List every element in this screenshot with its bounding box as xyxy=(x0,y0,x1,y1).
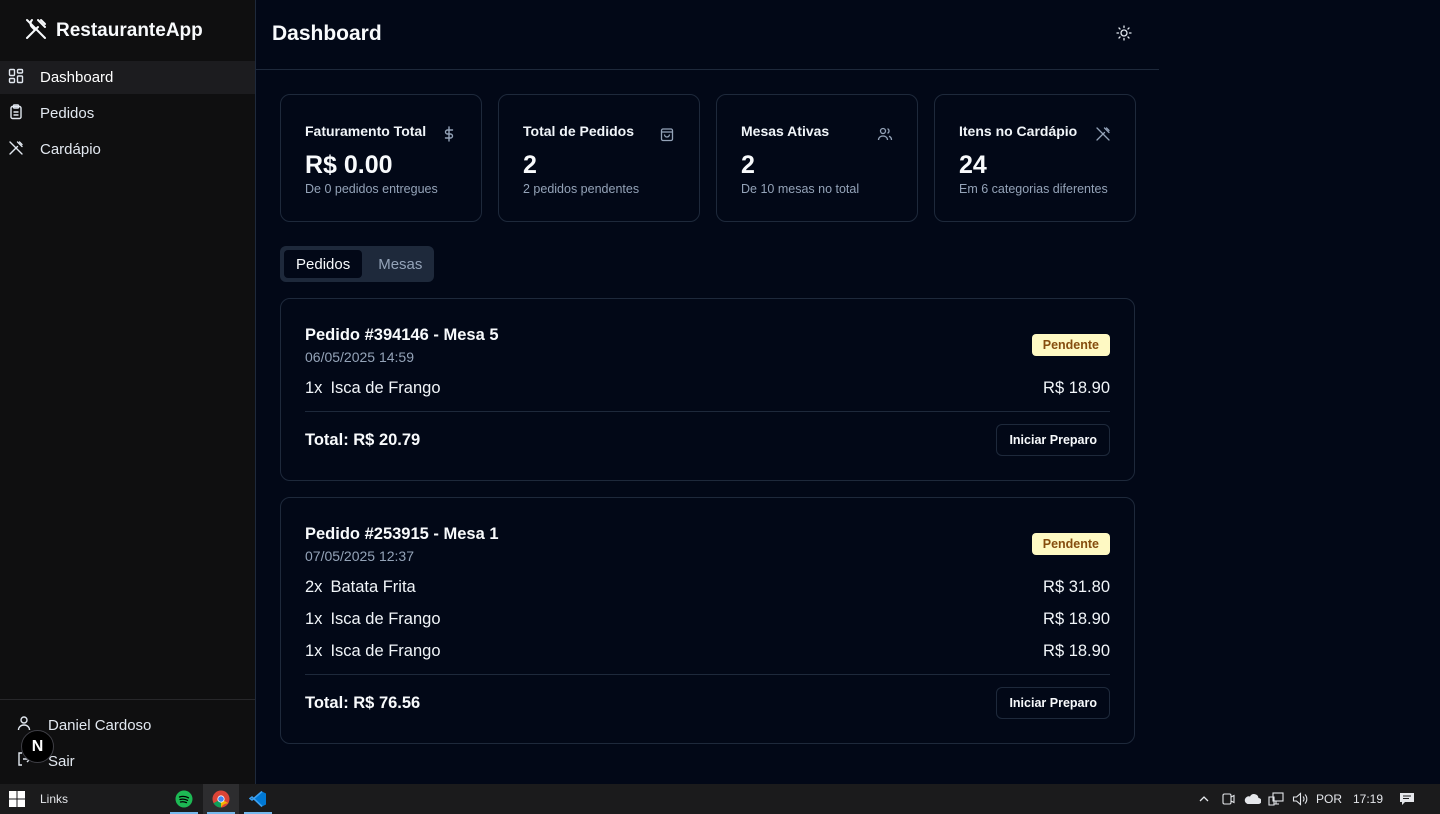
utensils-icon xyxy=(8,140,24,160)
order-title: Pedido #253915 - Mesa 1 xyxy=(305,525,499,543)
stat-subtitle: Em 6 categorias diferentes xyxy=(959,182,1108,196)
chevron-up-icon[interactable] xyxy=(1195,784,1213,814)
users-icon xyxy=(877,126,893,142)
dollar-icon xyxy=(441,126,457,142)
sidebar-item-label: Pedidos xyxy=(40,105,95,122)
stat-subtitle: De 10 mesas no total xyxy=(741,182,860,196)
stat-subtitle: 2 pedidos pendentes xyxy=(523,182,640,196)
item-qty: 1x xyxy=(305,641,323,660)
shopping-bag-icon xyxy=(659,126,675,142)
stat-title: Itens no Cardápio xyxy=(959,123,1078,139)
meet-now-icon[interactable] xyxy=(1219,784,1237,814)
item-name: Isca de Frango xyxy=(330,609,441,628)
user-name: Daniel Cardoso xyxy=(48,716,152,734)
order-date: 07/05/2025 12:37 xyxy=(305,548,414,564)
order-total: Total: R$ 76.56 xyxy=(305,694,421,712)
stat-card-tables: Mesas Ativas 2 De 10 mesas no total xyxy=(716,94,918,222)
tab-pedidos[interactable]: Pedidos xyxy=(284,250,363,278)
notifications-icon[interactable] xyxy=(1396,784,1418,814)
order-item: 1x Isca de Frango R$ 18.90 xyxy=(305,608,1110,630)
network-icon[interactable] xyxy=(1266,784,1286,814)
order-item: 1x Isca de Frango R$ 18.90 xyxy=(305,377,1110,399)
volume-icon[interactable] xyxy=(1290,784,1310,814)
app-name: RestauranteApp xyxy=(56,20,203,41)
logout-label: Sair xyxy=(48,752,75,770)
item-price: R$ 18.90 xyxy=(1043,609,1110,628)
stat-value: 2 xyxy=(741,151,755,179)
utensils-icon xyxy=(24,17,48,46)
chrome-icon[interactable] xyxy=(203,784,239,814)
vscode-icon[interactable] xyxy=(240,784,276,814)
nextjs-dev-indicator[interactable]: N xyxy=(21,730,54,763)
order-item: 2x Batata Frita R$ 31.80 xyxy=(305,576,1110,598)
stat-value: 2 xyxy=(523,151,537,179)
order-title: Pedido #394146 - Mesa 5 xyxy=(305,326,499,344)
page-title: Dashboard xyxy=(272,22,382,45)
topbar: Dashboard xyxy=(256,0,1159,70)
windows-taskbar: Links POR 17:19 xyxy=(0,784,1440,814)
main-content: Dashboard Faturamento Total R$ 0.00 De 0… xyxy=(256,0,1159,784)
order-item: 1x Isca de Frango R$ 18.90 xyxy=(305,640,1110,662)
onedrive-icon[interactable] xyxy=(1241,784,1263,814)
order-date: 06/05/2025 14:59 xyxy=(305,349,414,365)
item-qty: 1x xyxy=(305,378,323,397)
item-qty: 2x xyxy=(305,577,323,596)
item-price: R$ 18.90 xyxy=(1043,641,1110,660)
dashboard-icon xyxy=(8,68,24,88)
item-price: R$ 31.80 xyxy=(1043,577,1110,596)
divider xyxy=(305,411,1110,412)
item-name: Batata Frita xyxy=(330,577,416,596)
order-total: Total: R$ 20.79 xyxy=(305,431,421,449)
status-badge: Pendente xyxy=(1031,533,1110,555)
stat-title: Total de Pedidos xyxy=(523,123,634,139)
sidebar: RestauranteApp Dashboard Pedidos Cardápi… xyxy=(0,0,256,784)
tab-mesas[interactable]: Mesas xyxy=(366,250,434,278)
stat-value: R$ 0.00 xyxy=(305,151,393,179)
sidebar-item-dashboard[interactable]: Dashboard xyxy=(0,61,255,94)
stat-subtitle: De 0 pedidos entregues xyxy=(305,182,438,196)
view-tabs: Pedidos Mesas xyxy=(280,246,434,282)
status-badge: Pendente xyxy=(1031,334,1110,356)
links-toolbar[interactable]: Links xyxy=(40,792,68,806)
item-name: Isca de Frango xyxy=(330,641,441,660)
divider xyxy=(305,674,1110,675)
spotify-icon[interactable] xyxy=(166,784,202,814)
order-card: Pedido #394146 - Mesa 5 06/05/2025 14:59… xyxy=(280,298,1135,481)
stat-card-orders: Total de Pedidos 2 2 pedidos pendentes xyxy=(498,94,700,222)
item-name: Isca de Frango xyxy=(330,378,441,397)
sidebar-item-label: Dashboard xyxy=(40,69,114,86)
item-price: R$ 18.90 xyxy=(1043,378,1110,397)
brand[interactable]: RestauranteApp xyxy=(24,18,203,44)
start-preparation-button[interactable]: Iniciar Preparo xyxy=(996,687,1110,719)
sidebar-item-pedidos[interactable]: Pedidos xyxy=(0,97,255,130)
language-indicator[interactable]: POR xyxy=(1314,784,1344,814)
sidebar-item-label: Cardápio xyxy=(40,141,101,158)
order-card: Pedido #253915 - Mesa 1 07/05/2025 12:37… xyxy=(280,497,1135,744)
item-qty: 1x xyxy=(305,609,323,628)
windows-start-icon[interactable] xyxy=(9,791,25,807)
utensils-icon xyxy=(1095,126,1111,142)
stat-title: Mesas Ativas xyxy=(741,123,830,139)
stat-card-menu-items: Itens no Cardápio 24 Em 6 categorias dif… xyxy=(934,94,1136,222)
system-clock[interactable]: 17:19 xyxy=(1350,784,1386,814)
stat-title: Faturamento Total xyxy=(305,123,427,139)
stat-value: 24 xyxy=(959,151,987,179)
start-preparation-button[interactable]: Iniciar Preparo xyxy=(996,424,1110,456)
theme-toggle-button[interactable] xyxy=(1114,24,1134,46)
sidebar-item-cardapio[interactable]: Cardápio xyxy=(0,133,255,166)
stat-card-revenue: Faturamento Total R$ 0.00 De 0 pedidos e… xyxy=(280,94,482,222)
sidebar-nav: Dashboard Pedidos Cardápio xyxy=(0,61,255,169)
sun-icon xyxy=(1116,24,1132,46)
clipboard-icon xyxy=(8,103,24,124)
